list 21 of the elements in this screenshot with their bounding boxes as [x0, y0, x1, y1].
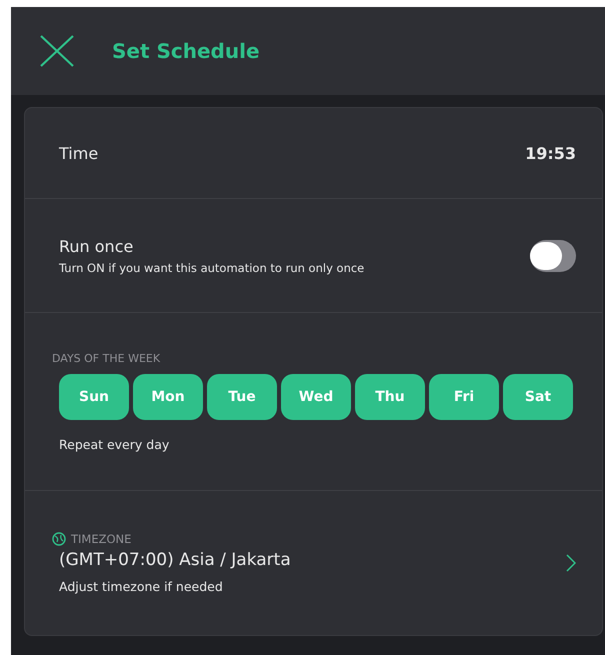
chevron-right-icon[interactable] [566, 554, 576, 572]
section-heading: DAYS OF THE WEEK [52, 352, 162, 364]
run-once-description: Turn ON if you want this automation to run only once [59, 260, 364, 274]
day-button[interactable]: Fri [429, 374, 499, 420]
close-icon[interactable] [40, 35, 74, 67]
page-title: Set Schedule [112, 39, 260, 63]
section-heading: TIMEZONE [71, 532, 132, 546]
toggle-switch[interactable] [530, 240, 576, 272]
day-button[interactable]: Sun [59, 374, 129, 420]
day-button[interactable]: Sat [503, 374, 573, 420]
day-button[interactable]: Tue [207, 374, 277, 420]
day-button[interactable]: Thu [355, 374, 425, 420]
run-once-label: Run once [59, 236, 134, 256]
time-label: Time [59, 144, 98, 162]
repeat-summary: Repeat every day [59, 436, 170, 452]
time-value[interactable]: 19:53 [525, 144, 576, 162]
day-button[interactable]: Mon [133, 374, 203, 420]
timezone-hint: Adjust timezone if needed [59, 579, 224, 594]
timezone-value: (GMT+07:00) Asia / Jakarta [59, 550, 291, 570]
globe-icon [52, 532, 66, 546]
day-button[interactable]: Wed [281, 374, 351, 420]
